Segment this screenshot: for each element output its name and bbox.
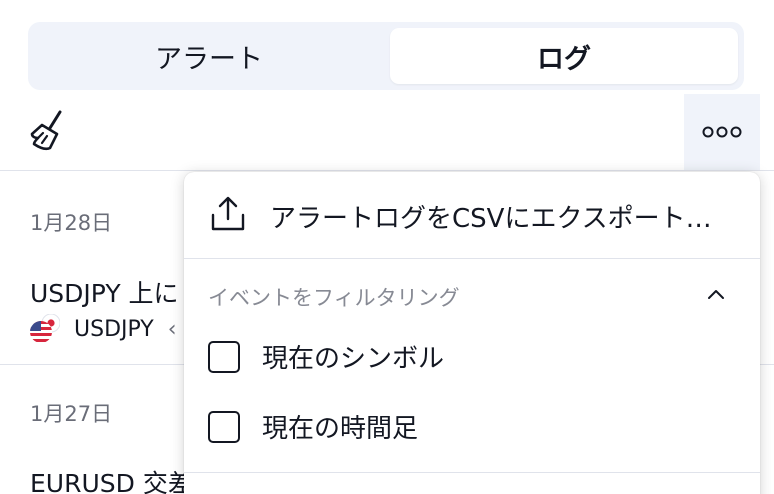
more-options-button[interactable] — [684, 94, 760, 170]
current-timeframe-checkbox[interactable] — [208, 410, 240, 443]
menu-divider — [184, 472, 760, 473]
more-options-menu: アラートログをCSVにエクスポート… イベントをフィルタリング 現在のシンボル … — [184, 172, 760, 494]
toolbar-divider — [0, 170, 774, 171]
filter-section-header[interactable]: イベントをフィルタリング — [208, 282, 460, 312]
export-csv-label: アラートログをCSVにエクスポート… — [270, 204, 712, 234]
log-entry-symbol: USDJPY — [74, 316, 154, 342]
broom-icon[interactable] — [28, 108, 72, 156]
current-symbol-checkbox[interactable] — [208, 340, 240, 373]
export-csv-menu-item[interactable]: アラートログをCSVにエクスポート… — [184, 172, 760, 258]
current-symbol-label: 現在のシンボル — [262, 344, 445, 374]
current-timeframe-label: 現在の時間足 — [262, 414, 419, 444]
upload-icon — [210, 195, 246, 233]
log-entry-title[interactable]: EURUSD 交差 — [30, 464, 193, 494]
tab-log[interactable]: ログ — [390, 28, 738, 84]
log-date: 1月27日 — [30, 402, 113, 426]
tab-bar: アラート ログ — [28, 22, 744, 90]
usd-jpy-flag-icon — [30, 313, 61, 344]
log-entry-suffix: ‹ — [167, 316, 177, 342]
log-entry-title[interactable]: USDJPY 上に — [30, 274, 179, 310]
tab-alerts[interactable]: アラート — [34, 28, 384, 84]
filter-current-timeframe[interactable]: 現在の時間足 — [208, 408, 418, 445]
filter-current-symbol[interactable]: 現在のシンボル — [208, 338, 444, 375]
menu-divider — [184, 258, 760, 259]
more-horizontal-icon — [702, 126, 742, 138]
alerts-log-panel: アラート ログ 1月28日 USDJPY 上に USDJPY ‹ 1月27日 E… — [0, 0, 774, 494]
log-entry-symbol-row: USDJPY ‹ — [30, 313, 177, 344]
chevron-up-icon[interactable] — [704, 286, 728, 304]
log-date: 1月28日 — [30, 211, 113, 235]
